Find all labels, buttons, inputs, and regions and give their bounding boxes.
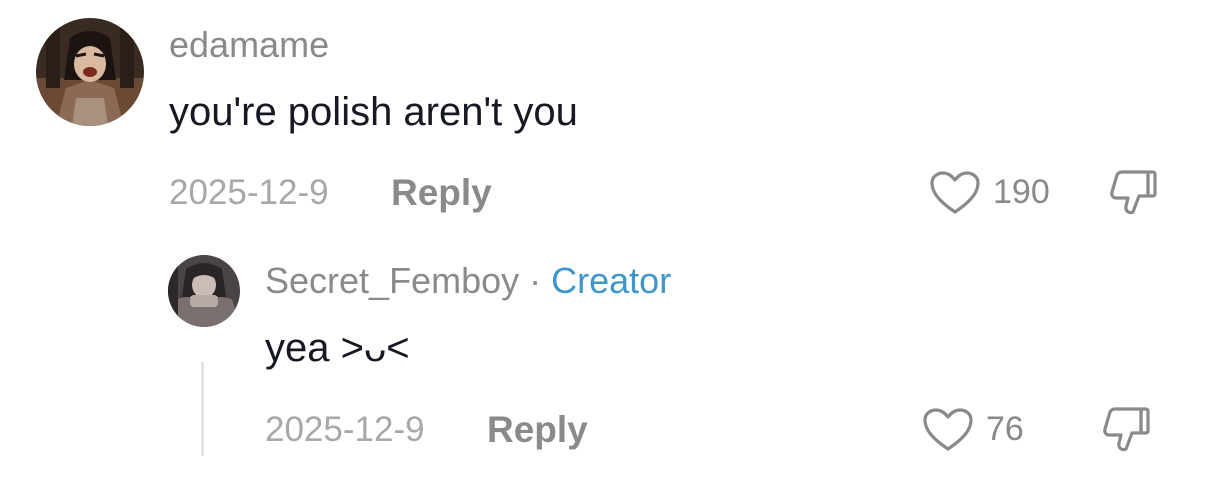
thread-line [201,362,204,456]
thumbs-down-icon [1103,407,1150,452]
heart-outline-icon [930,171,980,214]
dislike-button[interactable] [1108,168,1160,218]
creator-badge: Creator [551,260,672,301]
reply-like-button[interactable] [922,407,974,453]
reply-button[interactable]: Reply [391,174,492,211]
comment-text: you're polish aren't you [169,90,578,134]
avatar-secret-femboy[interactable] [168,255,240,327]
heart-outline-icon [923,408,973,451]
avatar-edamame[interactable] [36,18,144,126]
reply-username-text[interactable]: Secret_Femboy [265,260,519,301]
username-separator: · [529,260,542,301]
reply-reply-button[interactable]: Reply [487,411,588,448]
like-count: 190 [993,173,1050,211]
thumbs-down-icon [1110,170,1157,215]
reply-dislike-button[interactable] [1101,405,1153,455]
reply-username[interactable]: Secret_Femboy · Creator [265,263,671,299]
comment-date: 2025-12-9 [169,173,329,212]
like-button[interactable] [929,170,981,216]
reply-date: 2025-12-9 [265,410,425,449]
reply-text: yea >ᴗ< [265,326,410,370]
reply-like-count: 76 [986,410,1024,448]
comment-username[interactable]: edamame [169,27,329,63]
